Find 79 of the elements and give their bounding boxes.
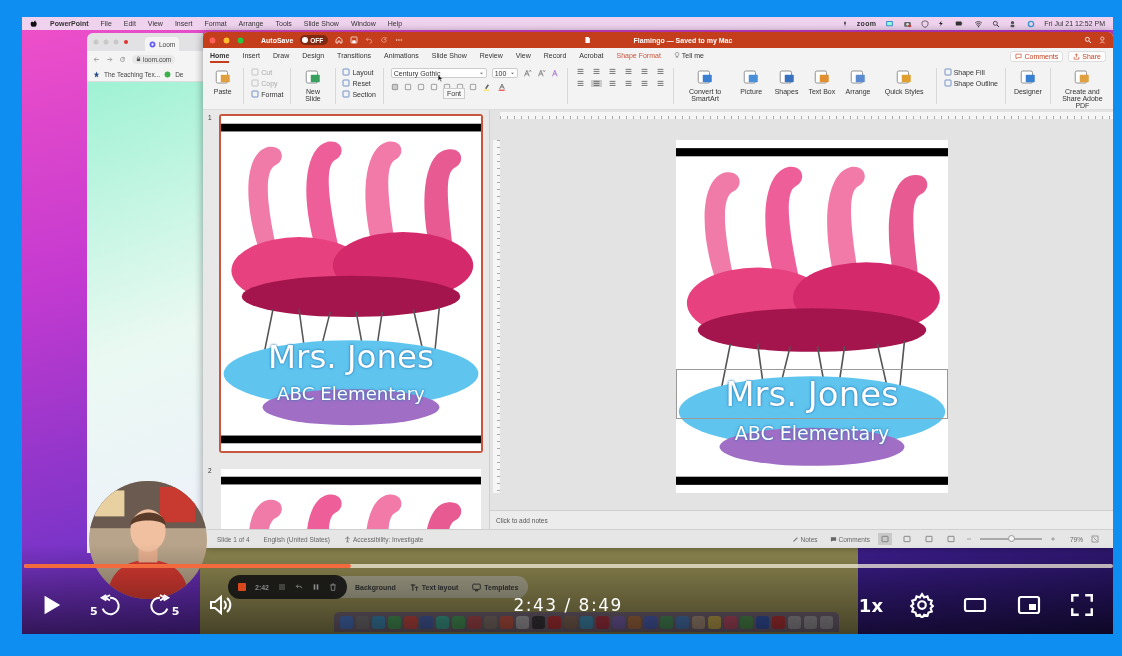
logo-icon [30, 19, 38, 28]
lock-icon [136, 56, 141, 62]
share-icon [1073, 52, 1081, 60]
trash-icon[interactable] [329, 583, 337, 591]
forward-icon [148, 593, 171, 617]
wifi-icon[interactable] [974, 19, 984, 28]
window-dot-icon[interactable] [209, 36, 216, 44]
font-color-icon[interactable] [496, 83, 507, 91]
camera-icon[interactable] [903, 19, 913, 28]
bolt-icon[interactable] [938, 19, 945, 28]
slider-thumb[interactable] [1008, 535, 1015, 542]
fullscreen-button[interactable] [1069, 592, 1095, 618]
settings-button[interactable] [909, 592, 935, 618]
window-dot-icon [93, 39, 99, 45]
reload-icon[interactable] [119, 55, 126, 63]
loom-icon [149, 40, 156, 48]
speed-button[interactable]: 1x [858, 594, 883, 616]
picture-in-picture-icon [1015, 593, 1043, 617]
bookmark-icon [164, 70, 172, 78]
view-button[interactable] [944, 533, 958, 545]
file-icon [583, 36, 591, 44]
time-display: 2:43 / 8:49 [512, 595, 624, 615]
forward-icon[interactable] [106, 55, 113, 63]
grid-view-icon [903, 535, 911, 543]
caret-icon [478, 70, 484, 76]
window-dot-icon[interactable] [237, 36, 244, 44]
stop-button[interactable] [238, 583, 246, 591]
volume-button[interactable] [207, 593, 234, 617]
person-icon[interactable] [1099, 36, 1107, 44]
tool-icon [848, 68, 868, 86]
more-icon[interactable] [395, 36, 404, 44]
caret-icon [509, 70, 515, 76]
fullscreen-icon [1069, 592, 1095, 618]
slide-title: Mrs. Jones [676, 368, 948, 419]
record-dot-icon [123, 39, 129, 45]
screen-icon[interactable] [885, 19, 895, 28]
settings-icon [909, 592, 935, 618]
progress-bar[interactable] [24, 564, 1113, 568]
circle-icon[interactable] [1027, 19, 1036, 28]
undo-icon[interactable] [365, 36, 374, 44]
comment-icon [829, 535, 837, 543]
window-dot-icon[interactable] [223, 36, 230, 44]
align-center-icon [590, 80, 602, 87]
microphone-icon[interactable] [841, 19, 848, 28]
save-icon[interactable] [350, 36, 359, 44]
picture-in-picture-button[interactable] [1015, 593, 1043, 617]
window-dot-icon [103, 39, 109, 45]
home-icon[interactable] [335, 36, 344, 44]
shrink-font-icon[interactable] [536, 69, 546, 77]
pause-icon[interactable] [312, 583, 320, 591]
rewind-button[interactable]: 5 [90, 593, 121, 617]
drag-handle-icon[interactable] [278, 583, 286, 591]
rewind-icon [98, 593, 121, 617]
volume-icon [207, 593, 234, 617]
highlight-icon[interactable] [481, 83, 492, 91]
reading-view-icon [925, 535, 933, 543]
shield-icon[interactable] [921, 19, 930, 28]
clear-format-icon[interactable] [550, 69, 560, 77]
window-dot-icon [113, 39, 119, 45]
grow-font-icon[interactable] [522, 69, 532, 77]
star-icon [93, 70, 100, 78]
normal-view-icon [881, 535, 889, 543]
slideshow-icon [947, 535, 955, 543]
comment-icon [1015, 52, 1023, 60]
view-button[interactable] [878, 533, 892, 545]
view-button[interactable] [900, 533, 914, 545]
redo-icon[interactable] [380, 36, 389, 44]
search-icon[interactable] [1084, 36, 1092, 44]
person-icon [344, 535, 351, 543]
fit-icon[interactable] [1091, 535, 1099, 543]
text-icon [409, 582, 419, 592]
lightbulb-icon [673, 51, 680, 59]
search-icon[interactable] [992, 19, 1001, 28]
slide-title: Mrs. Jones [268, 337, 434, 377]
view-button[interactable] [922, 533, 936, 545]
forward-button[interactable]: 5 [148, 593, 180, 617]
back-icon[interactable] [93, 55, 100, 63]
undo-icon[interactable] [295, 583, 303, 591]
monitor-icon [472, 582, 482, 592]
